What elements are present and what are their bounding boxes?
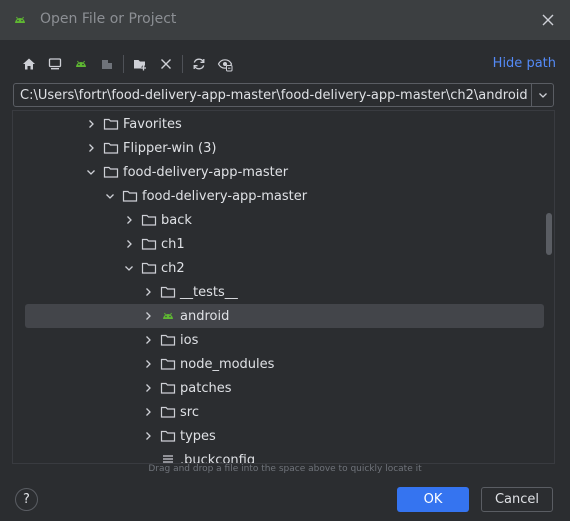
android-project-icon[interactable] <box>68 52 94 76</box>
folder-icon <box>103 164 119 180</box>
show-hidden-icon[interactable] <box>212 52 238 76</box>
tree-row[interactable]: patches <box>13 376 554 400</box>
toolbar <box>16 52 238 76</box>
tree-row-label: back <box>161 212 192 228</box>
folder-icon <box>141 212 157 228</box>
path-history-dropdown[interactable] <box>531 84 553 106</box>
tree-row-label: .buckconfig <box>180 452 256 464</box>
drag-drop-hint: Drag and drop a file into the space abov… <box>148 464 422 474</box>
folder-icon <box>160 380 176 396</box>
tree-row[interactable]: Favorites <box>13 112 554 136</box>
folder-icon <box>141 260 157 276</box>
tree-row[interactable]: ch1 <box>13 232 554 256</box>
delete-icon[interactable] <box>153 52 179 76</box>
tree-row[interactable]: src <box>13 400 554 424</box>
folder-icon <box>103 140 119 156</box>
chevron-right-icon[interactable] <box>140 428 156 444</box>
tree-row-label: __tests__ <box>180 284 238 300</box>
folder-icon <box>160 332 176 348</box>
toolbar-separator <box>182 55 183 73</box>
ok-button[interactable]: OK <box>397 487 469 512</box>
tree-row-label: food-delivery-app-master <box>123 164 289 180</box>
hide-path-link[interactable]: Hide path <box>493 56 556 71</box>
chevron-right-icon[interactable] <box>83 140 99 156</box>
tree-row[interactable]: back <box>13 208 554 232</box>
chevron-down-icon[interactable] <box>83 164 99 180</box>
tree-row-label: ch2 <box>161 260 185 276</box>
dialog-title: Open File or Project <box>40 11 177 27</box>
folder-icon <box>122 188 138 204</box>
chevron-right-icon[interactable] <box>121 212 137 228</box>
tree-row[interactable]: ios <box>13 328 554 352</box>
refresh-icon[interactable] <box>186 52 212 76</box>
path-input[interactable] <box>14 84 531 106</box>
folder-icon <box>160 428 176 444</box>
folder-icon <box>160 284 176 300</box>
tree-row-label: Flipper-win (3) <box>123 140 217 156</box>
folder-icon <box>103 116 119 132</box>
file-tree[interactable]: Favorites Flipper-win (3) food-delivery-ap… <box>12 110 555 464</box>
tree-row-label: Favorites <box>123 116 182 132</box>
android-studio-icon <box>12 12 28 28</box>
chevron-right-icon[interactable] <box>140 332 156 348</box>
tree-row-label: node_modules <box>180 356 275 372</box>
tree-row[interactable]: types <box>13 424 554 448</box>
title-bar: Open File or Project <box>0 0 570 40</box>
chevron-down-icon <box>538 93 547 98</box>
tree-row[interactable]: ch2 <box>13 256 554 280</box>
tree-row-label: src <box>180 404 199 420</box>
tree-row[interactable]: android <box>25 304 544 328</box>
tree-row[interactable]: food-delivery-app-master <box>13 160 554 184</box>
tree-row[interactable]: .buckconfig <box>13 448 554 464</box>
home-icon[interactable] <box>16 52 42 76</box>
path-combobox <box>13 83 554 107</box>
chevron-down-icon[interactable] <box>102 188 118 204</box>
tree-row-label: ch1 <box>161 236 185 252</box>
tree-row[interactable]: __tests__ <box>13 280 554 304</box>
tree-scrollbar[interactable] <box>546 213 552 255</box>
tree-row-label: ios <box>180 332 199 348</box>
android-icon <box>160 308 176 324</box>
chevron-right-icon[interactable] <box>140 284 156 300</box>
tree-row-label: types <box>180 428 216 444</box>
tree-row[interactable]: node_modules <box>13 352 554 376</box>
tree-row-label: android <box>180 308 230 324</box>
chevron-right-icon[interactable] <box>140 380 156 396</box>
toolbar-separator <box>123 55 124 73</box>
folder-icon <box>141 236 157 252</box>
tree-row-spacer <box>140 452 156 463</box>
tree-row-label: patches <box>180 380 232 396</box>
close-icon[interactable] <box>540 12 556 28</box>
folder-icon <box>160 356 176 372</box>
chevron-right-icon[interactable] <box>140 404 156 420</box>
desktop-icon[interactable] <box>42 52 68 76</box>
module-icon[interactable] <box>94 52 120 76</box>
tree-row[interactable]: Flipper-win (3) <box>13 136 554 160</box>
chevron-right-icon[interactable] <box>140 356 156 372</box>
text-file-icon <box>160 452 176 463</box>
new-folder-icon[interactable] <box>127 52 153 76</box>
chevron-right-icon[interactable] <box>121 236 137 252</box>
chevron-right-icon[interactable] <box>83 116 99 132</box>
tree-row-label: food-delivery-app-master <box>142 188 308 204</box>
chevron-right-icon[interactable] <box>140 308 156 324</box>
chevron-down-icon[interactable] <box>121 260 137 276</box>
cancel-button[interactable]: Cancel <box>481 487 553 512</box>
folder-icon <box>160 404 176 420</box>
help-button[interactable]: ? <box>15 488 38 511</box>
tree-row[interactable]: food-delivery-app-master <box>13 184 554 208</box>
